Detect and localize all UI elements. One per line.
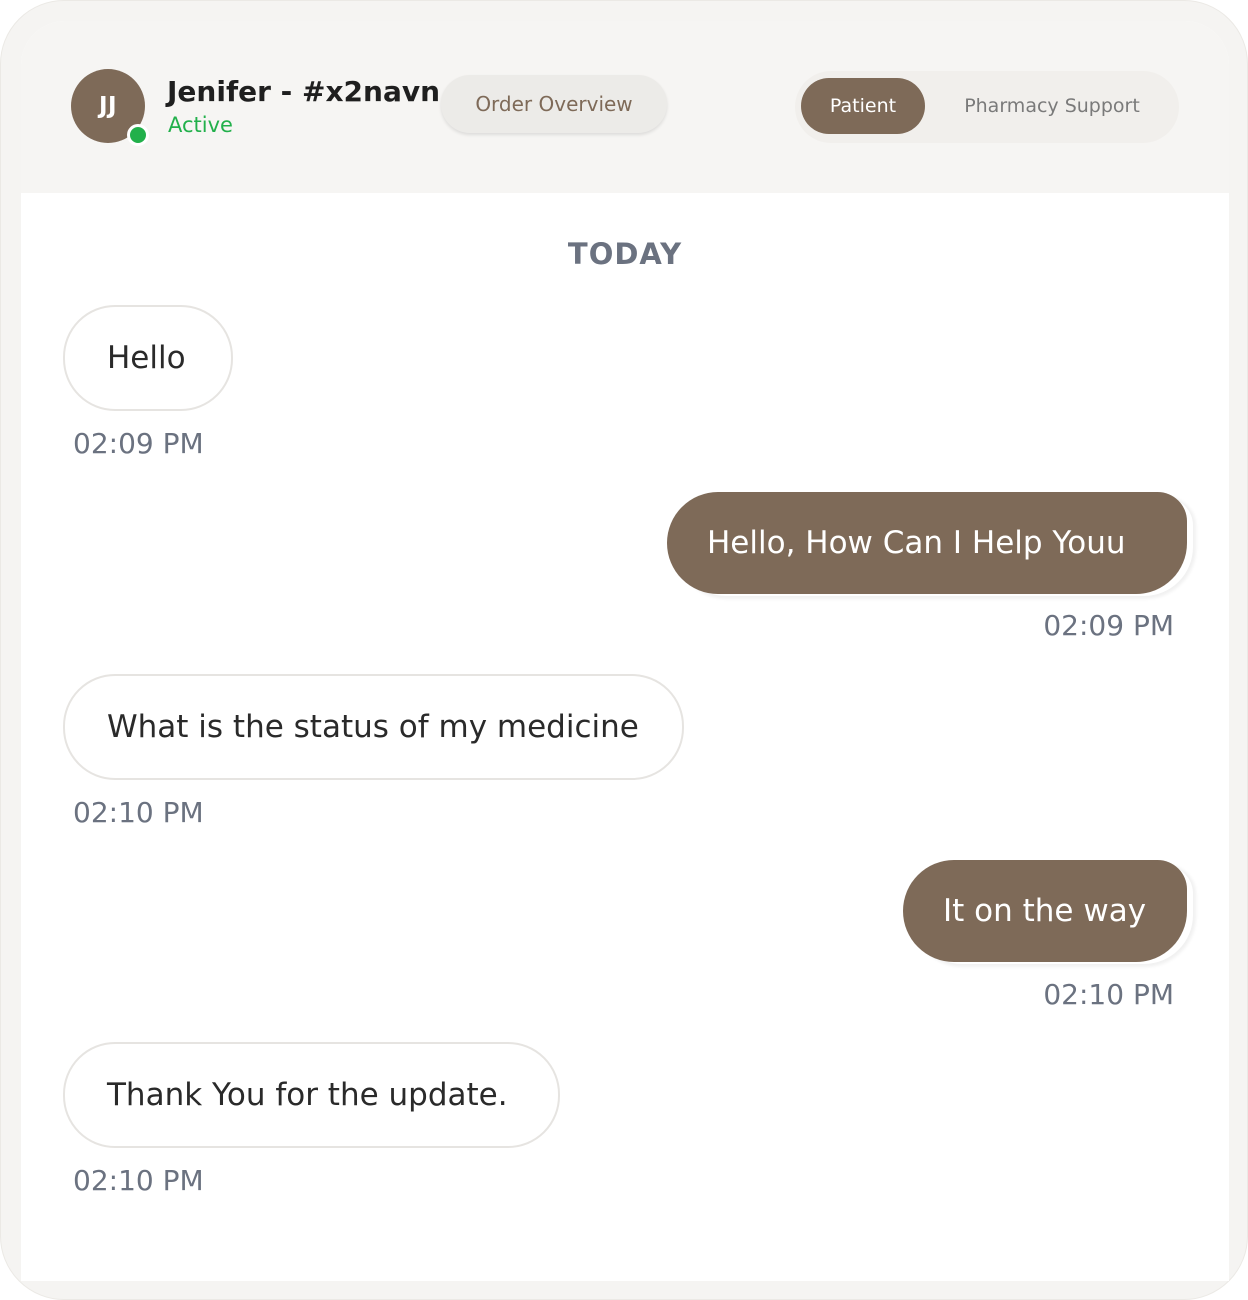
chat-screen: JJ Jenifer - #x2navn Active Order Overvi… [21,21,1229,1281]
message-bubble-outgoing[interactable]: It on the way [903,860,1187,962]
message-text: Hello, How Can I Help Youu [707,525,1126,561]
chat-mode-toggle: Patient Pharmacy Support [795,71,1179,143]
message-text: What is the status of my medicine [107,709,639,745]
order-overview-label: Order Overview [475,92,633,116]
message-bubble-incoming[interactable]: What is the status of my medicine [63,674,684,780]
message-text: It on the way [943,893,1147,929]
message-timestamp: 02:09 PM [73,427,204,460]
message-bubble-outgoing[interactable]: Hello, How Can I Help Youu [667,492,1187,594]
message-text: Thank You for the update. [107,1077,508,1113]
order-overview-button[interactable]: Order Overview [441,75,667,133]
user-status: Active [168,113,233,137]
message-timestamp: 02:09 PM [1043,609,1174,642]
chat-header: JJ Jenifer - #x2navn Active Order Overvi… [21,21,1229,193]
message-timestamp: 02:10 PM [73,1164,204,1197]
tab-patient-label: Patient [829,95,897,117]
message-bubble-incoming[interactable]: Hello [63,305,233,411]
tab-patient[interactable]: Patient [801,78,925,134]
tab-pharmacy-support[interactable]: Pharmacy Support [937,78,1167,134]
message-text: Hello [107,340,186,376]
message-timestamp: 02:10 PM [1043,978,1174,1011]
message-bubble-incoming[interactable]: Thank You for the update. [63,1042,560,1148]
avatar-initials: JJ [98,93,118,119]
user-name: Jenifer - #x2navn [167,75,441,108]
date-divider: TODAY [567,237,683,271]
device-frame: JJ Jenifer - #x2navn Active Order Overvi… [0,0,1248,1300]
message-timestamp: 02:10 PM [73,796,204,829]
tab-pharmacy-support-label: Pharmacy Support [964,95,1140,117]
online-status-dot [127,124,149,146]
